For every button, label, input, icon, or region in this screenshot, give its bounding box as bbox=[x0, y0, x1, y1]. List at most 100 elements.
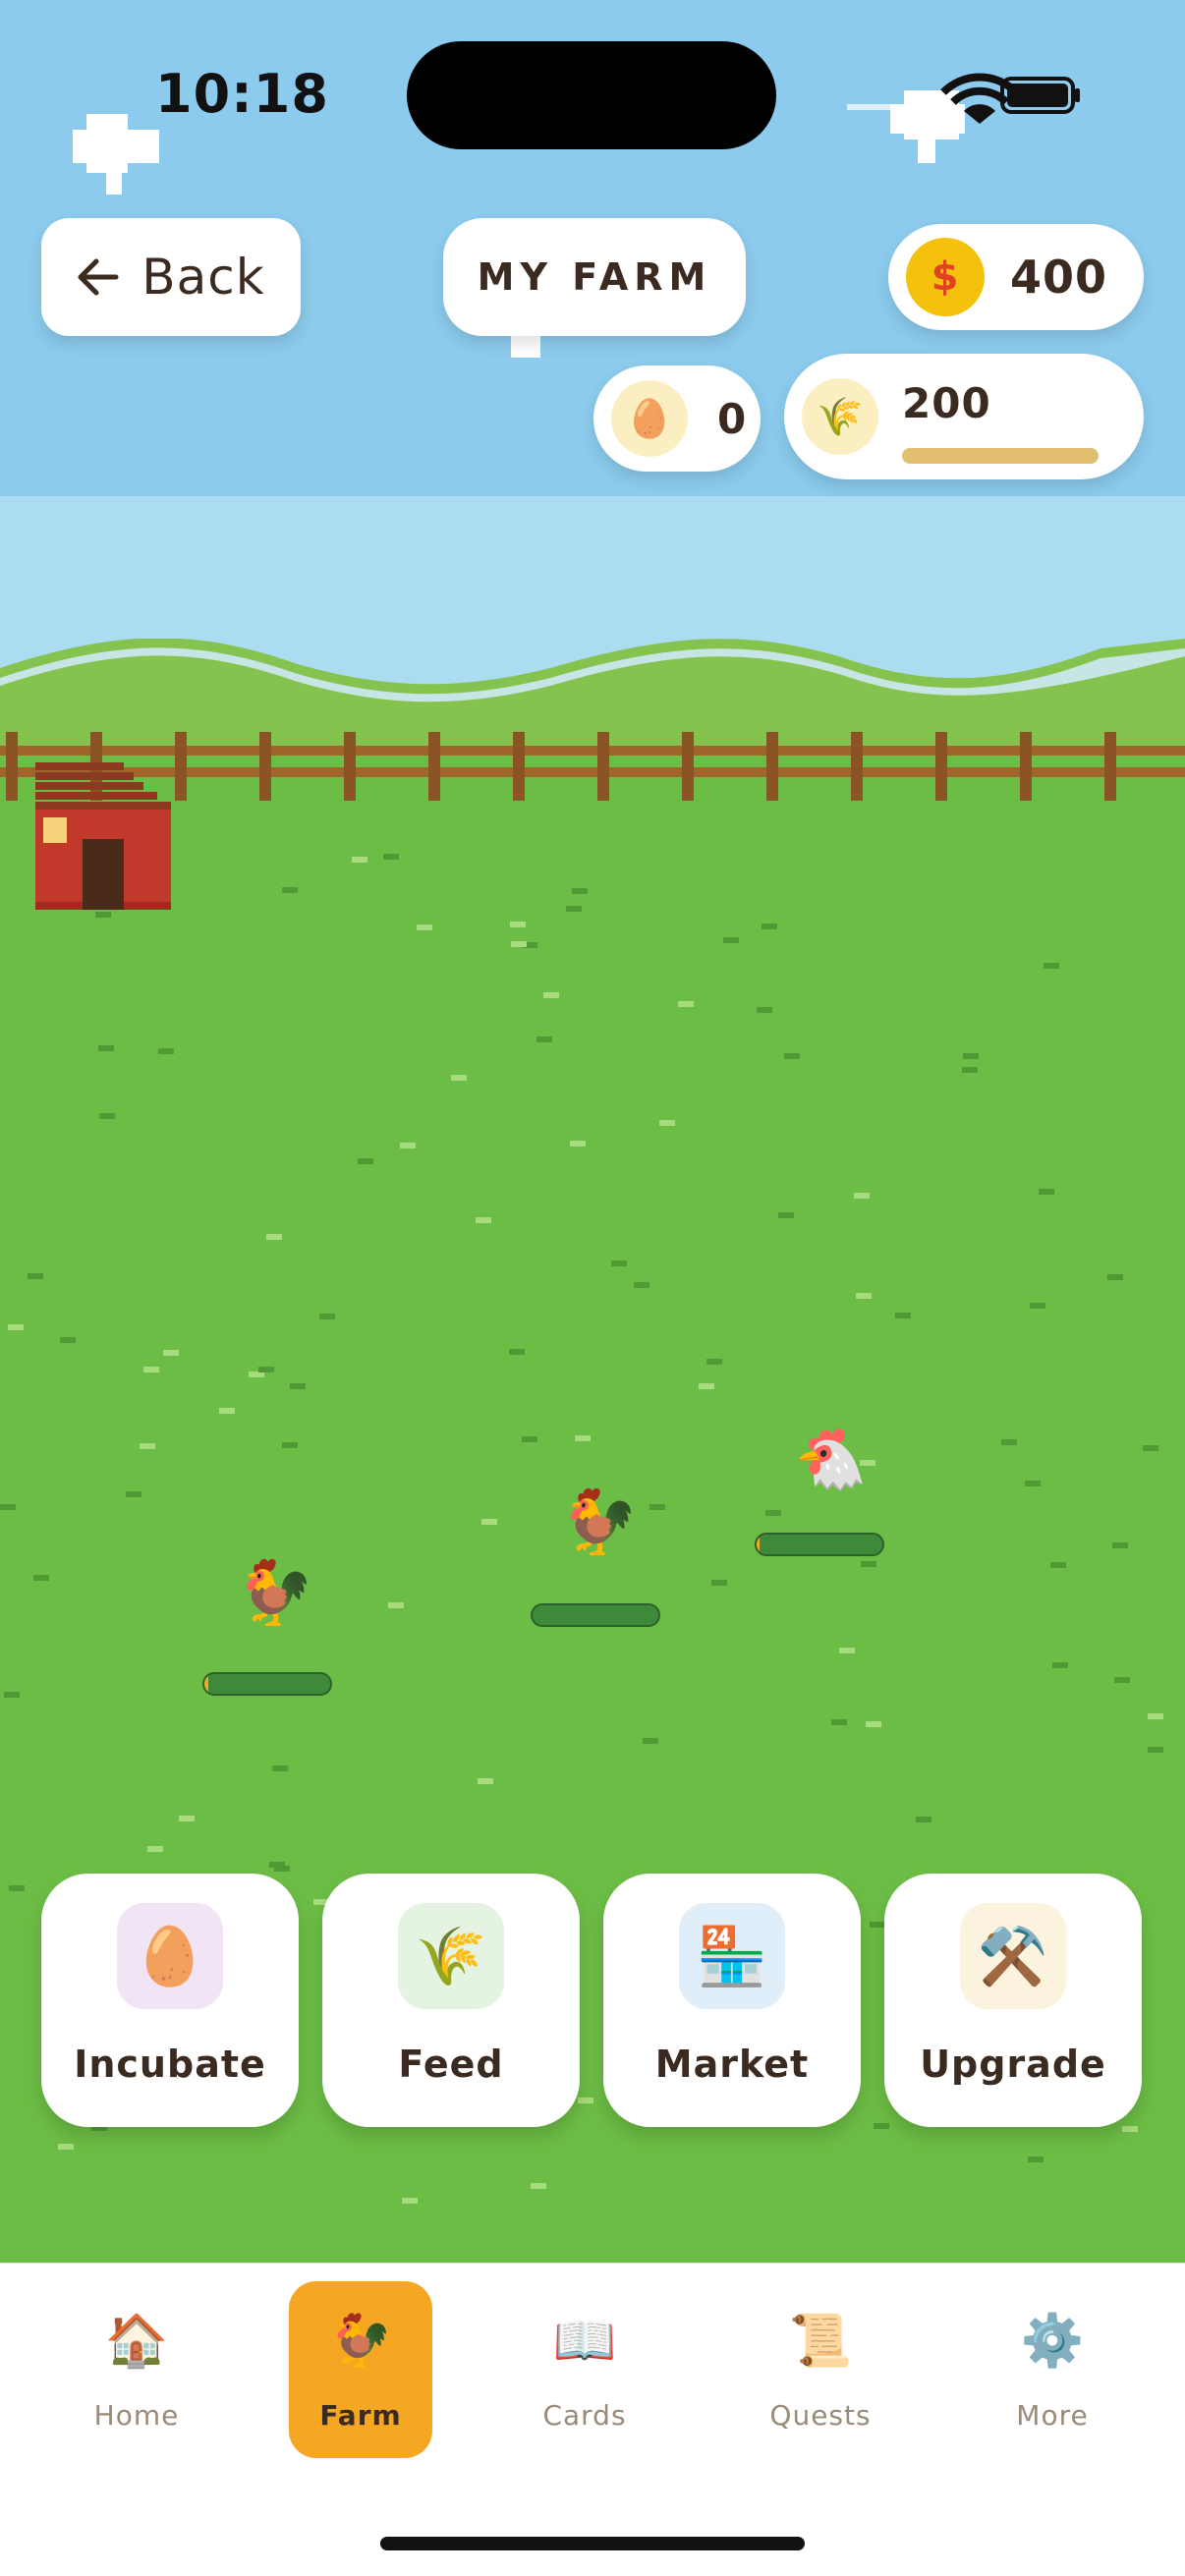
grass-tuft bbox=[58, 2144, 74, 2150]
rice-icon: 🌾 bbox=[398, 1903, 504, 2009]
grass-tuft bbox=[536, 1036, 552, 1042]
tab-quests-label: Quests bbox=[769, 2399, 872, 2432]
grass-tuft bbox=[1025, 1481, 1041, 1486]
chicken[interactable]: 🐓 bbox=[560, 1491, 639, 1554]
egg-icon: 🥚 bbox=[611, 380, 688, 457]
coin-icon: $ bbox=[906, 238, 985, 316]
grass-tuft bbox=[158, 1048, 174, 1054]
grass-tuft bbox=[1030, 1303, 1045, 1309]
tab-farm[interactable]: 🐓 Farm bbox=[289, 2281, 432, 2458]
grass-tuft bbox=[916, 1817, 931, 1822]
chicken[interactable]: 🐔 bbox=[794, 1430, 868, 1489]
grass-tuft bbox=[147, 1846, 163, 1852]
back-label: Back bbox=[141, 249, 265, 306]
grass-tuft bbox=[282, 1442, 298, 1448]
grass-tuft bbox=[575, 1435, 591, 1441]
grass-tuft bbox=[854, 1193, 870, 1199]
grass-tuft bbox=[1039, 1189, 1054, 1195]
grass-tuft bbox=[1112, 1542, 1128, 1548]
grass-tuft bbox=[962, 1067, 978, 1073]
grass-tuft bbox=[9, 1885, 25, 1891]
incubate-button[interactable]: 🥚 Incubate bbox=[41, 1874, 299, 2127]
grass-tuft bbox=[762, 924, 777, 929]
grass-tuft bbox=[578, 2098, 593, 2103]
grass-tuft bbox=[1114, 1677, 1130, 1683]
grass-tuft bbox=[1044, 963, 1059, 969]
grass-tuft bbox=[1148, 1747, 1163, 1753]
grass-tuft bbox=[33, 1575, 49, 1581]
page-title: MY FARM bbox=[443, 218, 746, 336]
tab-cards[interactable]: 📖 Cards bbox=[511, 2281, 658, 2458]
grass-tuft bbox=[383, 854, 399, 860]
battery-icon bbox=[1000, 77, 1080, 114]
grass-tuft bbox=[99, 1113, 115, 1119]
arrow-left-icon bbox=[78, 258, 119, 296]
grass-tuft bbox=[417, 924, 432, 930]
grass-tuft bbox=[566, 906, 582, 912]
back-button[interactable]: Back bbox=[41, 218, 301, 336]
grass-tuft bbox=[126, 1491, 141, 1497]
grass-tuft bbox=[531, 2183, 546, 2189]
grass-tuft bbox=[522, 1436, 537, 1442]
grass-tuft bbox=[451, 1075, 467, 1081]
grass-tuft bbox=[870, 1922, 885, 1928]
grass-tuft bbox=[478, 1778, 493, 1784]
coin-value: 400 bbox=[1010, 251, 1108, 304]
feed-button[interactable]: 🌾 Feed bbox=[322, 1874, 580, 2127]
grass-tuft bbox=[706, 1359, 722, 1365]
bottom-tab-bar: 🏠 Home 🐓 Farm 📖 Cards 📜 Quests ⚙️ More bbox=[0, 2263, 1185, 2576]
grass-tuft bbox=[856, 1293, 872, 1299]
grass-tuft bbox=[8, 1324, 24, 1330]
grass-tuft bbox=[269, 1862, 285, 1868]
incubate-label: Incubate bbox=[74, 2043, 266, 2086]
hammer-pick-icon: ⚒️ bbox=[960, 1903, 1066, 2009]
chicken-health-bar bbox=[531, 1603, 660, 1627]
convenience-store-icon: 🏪 bbox=[679, 1903, 785, 2009]
chicken-health-fill bbox=[204, 1674, 208, 1694]
grass-tuft bbox=[866, 1721, 881, 1727]
grass-tuft bbox=[1052, 1662, 1068, 1668]
feed-progress-bar bbox=[902, 448, 1099, 464]
upgrade-label: Upgrade bbox=[920, 2043, 1106, 2086]
grass-tuft bbox=[570, 1141, 586, 1147]
grass-tuft bbox=[476, 1217, 491, 1223]
grass-tuft bbox=[723, 937, 739, 943]
rooster-icon: 🐓 bbox=[328, 2312, 393, 2371]
wooden-fence bbox=[0, 732, 1185, 801]
wifi-icon bbox=[940, 73, 1019, 124]
grass-tuft bbox=[1107, 1274, 1123, 1280]
grass-tuft bbox=[98, 1045, 114, 1051]
grass-tuft bbox=[861, 1561, 876, 1567]
tab-quests[interactable]: 📜 Quests bbox=[747, 2281, 894, 2458]
feed-value: 200 bbox=[902, 379, 991, 427]
egg-value: 0 bbox=[717, 394, 747, 443]
grass-tuft bbox=[659, 1120, 675, 1126]
tab-home[interactable]: 🏠 Home bbox=[63, 2281, 210, 2458]
grass-tuft bbox=[572, 888, 588, 894]
grass-tuft bbox=[0, 1504, 16, 1510]
tab-more[interactable]: ⚙️ More bbox=[979, 2281, 1126, 2458]
upgrade-button[interactable]: ⚒️ Upgrade bbox=[884, 1874, 1142, 2127]
status-icons bbox=[940, 73, 1080, 124]
grass-tuft bbox=[143, 1367, 159, 1372]
grass-tuft bbox=[1028, 2156, 1044, 2162]
tab-more-label: More bbox=[1016, 2399, 1089, 2432]
dynamic-island bbox=[407, 41, 776, 149]
grass-tuft bbox=[60, 1337, 76, 1343]
grass-tuft bbox=[778, 1212, 794, 1218]
grass-tuft bbox=[511, 941, 527, 947]
grass-tuft bbox=[179, 1816, 195, 1821]
grass-tuft bbox=[1122, 2126, 1138, 2132]
open-book-icon: 📖 bbox=[552, 2312, 617, 2371]
grass-tuft bbox=[290, 1383, 306, 1389]
chicken[interactable]: 🐓 bbox=[236, 1562, 314, 1625]
gear-icon: ⚙️ bbox=[1020, 2312, 1085, 2371]
scroll-icon: 📜 bbox=[788, 2312, 853, 2371]
market-button[interactable]: 🏪 Market bbox=[603, 1874, 861, 2127]
feed-progress-fill bbox=[902, 448, 1099, 464]
grass-tuft bbox=[1148, 1713, 1163, 1719]
grass-tuft bbox=[839, 1648, 855, 1653]
grass-tuft bbox=[358, 1158, 373, 1164]
grass-tuft bbox=[28, 1273, 43, 1279]
grass-tuft bbox=[634, 1282, 649, 1288]
